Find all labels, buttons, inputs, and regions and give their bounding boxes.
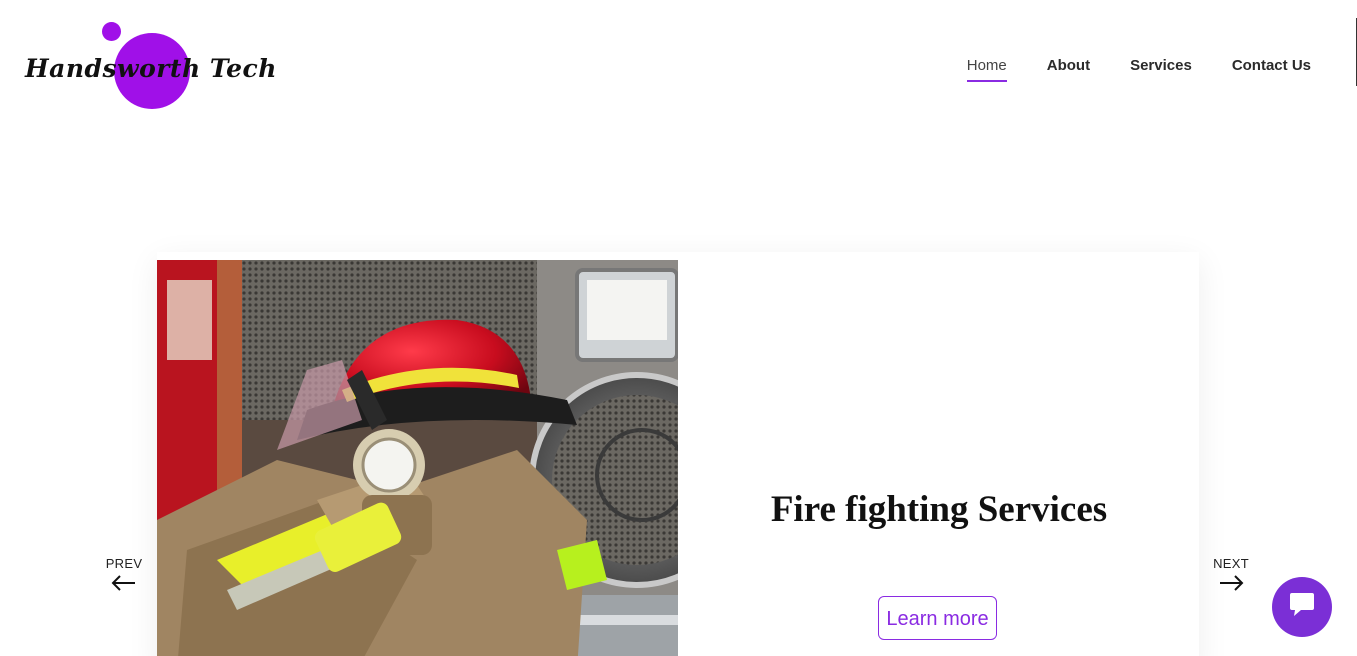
brand-logo[interactable]: Handsworth Tech: [22, 18, 276, 114]
page: Handsworth Tech Home About Services Cont…: [0, 0, 1357, 656]
nav-item-home[interactable]: Home: [966, 57, 1007, 82]
learn-more-button[interactable]: Learn more: [878, 596, 997, 640]
next-label: NEXT: [1213, 556, 1249, 571]
main-nav: Home About Services Contact Us: [966, 57, 1311, 82]
nav-item-contact-us[interactable]: Contact Us: [1232, 57, 1311, 82]
slide-title: Fire fighting Services: [770, 489, 1108, 530]
prev-label: PREV: [105, 556, 143, 571]
arrow-right-icon: [1211, 575, 1251, 596]
nav-item-about[interactable]: About: [1047, 57, 1090, 82]
logo-text: Handsworth Tech: [25, 54, 277, 83]
arrow-left-icon: [104, 575, 144, 596]
prev-slide-button[interactable]: PREV: [104, 556, 144, 596]
slide-image: [157, 260, 678, 656]
nav-item-services[interactable]: Services: [1130, 57, 1192, 82]
next-slide-button[interactable]: NEXT: [1211, 556, 1251, 596]
firefighter-gear-illustration: [157, 260, 678, 656]
chat-button[interactable]: [1272, 577, 1332, 637]
slide-card: Fire fighting Services Learn more: [157, 252, 1199, 656]
logo-small-circle: [102, 22, 121, 41]
chat-bubble-icon: [1287, 591, 1317, 624]
